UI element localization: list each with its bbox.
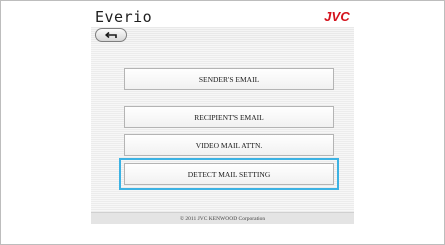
window-frame: Everio JVC SENDER'S EMAIL RECIPIENT'S EM… [0,0,445,245]
video-mail-attn-button[interactable]: VIDEO MAIL ATTN. [124,134,334,156]
copyright-footer: © 2011 JVC KENWOOD Corporation [91,212,354,224]
recipient-email-button[interactable]: RECIPIENT'S EMAIL [124,106,334,128]
jvc-logo: JVC [324,9,350,24]
sender-email-button[interactable]: SENDER'S EMAIL [124,68,334,90]
brand-title: Everio [95,8,153,26]
back-arrow-icon [104,31,117,38]
nav-bar [91,27,354,43]
back-button[interactable] [95,28,127,42]
camera-settings-panel: Everio JVC SENDER'S EMAIL RECIPIENT'S EM… [91,7,354,224]
menu-area: SENDER'S EMAIL RECIPIENT'S EMAIL VIDEO M… [91,43,354,212]
detect-mail-setting-button[interactable]: DETECT MAIL SETTING [119,158,339,190]
